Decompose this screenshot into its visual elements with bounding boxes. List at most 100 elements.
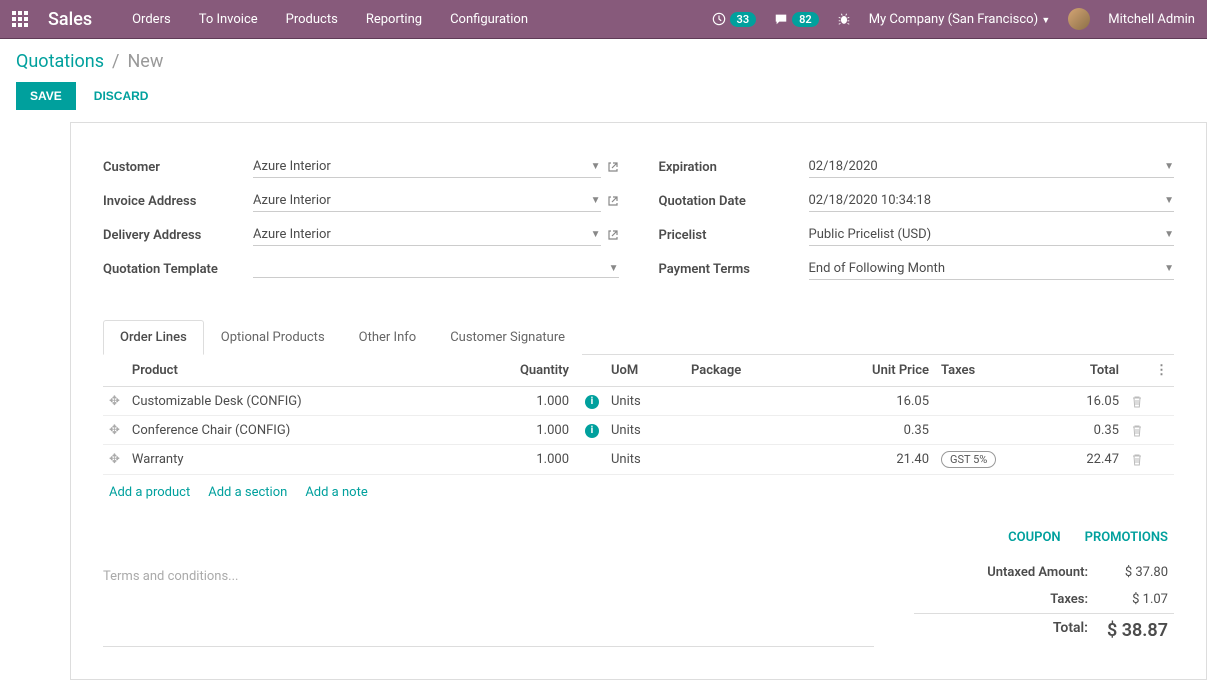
menu-orders[interactable]: Orders bbox=[132, 12, 171, 27]
delete-row-icon[interactable] bbox=[1125, 416, 1149, 445]
cell-product[interactable]: Customizable Desk (CONFIG) bbox=[126, 387, 485, 416]
cell-taxes[interactable] bbox=[935, 387, 1035, 416]
breadcrumb-root[interactable]: Quotations bbox=[16, 51, 104, 72]
save-button[interactable]: SAVE bbox=[16, 82, 76, 110]
cell-total: 16.05 bbox=[1035, 387, 1125, 416]
caret-down-icon: ▼ bbox=[1164, 229, 1174, 240]
external-link-icon[interactable] bbox=[607, 161, 619, 173]
promotion-links: COUPON PROMOTIONS bbox=[103, 510, 1174, 553]
cell-package[interactable] bbox=[685, 387, 845, 416]
delivery-address-field[interactable]: Azure Interior▼ bbox=[253, 224, 601, 246]
tab-optional-products[interactable]: Optional Products bbox=[204, 320, 342, 355]
app-brand[interactable]: Sales bbox=[48, 9, 92, 30]
col-quantity[interactable]: Quantity bbox=[485, 355, 575, 387]
payment-terms-label: Payment Terms bbox=[659, 262, 809, 277]
cell-unit-price[interactable]: 21.40 bbox=[845, 445, 935, 475]
total-label: Total: bbox=[920, 620, 1088, 641]
drag-handle-icon[interactable]: ✥ bbox=[103, 387, 126, 416]
apps-icon[interactable] bbox=[12, 11, 28, 27]
quotation-template-field[interactable]: ▼ bbox=[253, 260, 619, 278]
info-icon[interactable]: i bbox=[585, 424, 599, 438]
cell-taxes[interactable] bbox=[935, 416, 1035, 445]
cell-quantity[interactable]: 1.000 bbox=[485, 416, 575, 445]
col-uom[interactable]: UoM bbox=[605, 355, 685, 387]
table-row[interactable]: ✥Conference Chair (CONFIG)1.000 i Units 0.3… bbox=[103, 416, 1174, 445]
total-value: $ 38.87 bbox=[1088, 620, 1168, 641]
cell-uom[interactable]: Units bbox=[605, 416, 685, 445]
user-menu[interactable]: Mitchell Admin bbox=[1108, 12, 1195, 27]
menu-configuration[interactable]: Configuration bbox=[450, 12, 528, 27]
invoice-address-field[interactable]: Azure Interior▼ bbox=[253, 190, 601, 212]
pricelist-field[interactable]: Public Pricelist (USD)▼ bbox=[809, 224, 1175, 246]
drag-handle-icon[interactable]: ✥ bbox=[103, 416, 126, 445]
terms-conditions-field[interactable]: Terms and conditions... bbox=[103, 559, 874, 647]
tabs: Order Lines Optional Products Other Info… bbox=[103, 319, 1174, 355]
cell-package[interactable] bbox=[685, 445, 845, 475]
action-buttons: SAVE DISCARD bbox=[0, 78, 1207, 122]
table-row[interactable]: ✥Customizable Desk (CONFIG)1.000 i Units 16… bbox=[103, 387, 1174, 416]
company-switcher[interactable]: My Company (San Francisco) ▼ bbox=[869, 12, 1051, 27]
cell-uom[interactable]: Units bbox=[605, 445, 685, 475]
coupon-link[interactable]: COUPON bbox=[1008, 530, 1061, 545]
messages-indicator[interactable]: 82 bbox=[774, 12, 819, 27]
discard-button[interactable]: DISCARD bbox=[94, 89, 149, 103]
taxes-value: $ 1.07 bbox=[1088, 592, 1168, 607]
caret-down-icon: ▼ bbox=[1164, 161, 1174, 172]
tab-customer-signature[interactable]: Customer Signature bbox=[433, 320, 582, 355]
chat-icon bbox=[774, 12, 788, 26]
drag-handle-icon[interactable]: ✥ bbox=[103, 445, 126, 475]
promotions-link[interactable]: PROMOTIONS bbox=[1085, 530, 1168, 545]
cell-info[interactable]: i bbox=[575, 416, 605, 445]
quotation-date-label: Quotation Date bbox=[659, 194, 809, 209]
pricelist-label: Pricelist bbox=[659, 228, 809, 243]
delivery-address-label: Delivery Address bbox=[103, 228, 253, 243]
cell-package[interactable] bbox=[685, 416, 845, 445]
customer-field[interactable]: Azure Interior▼ bbox=[253, 156, 601, 178]
columns-menu-icon[interactable]: ⋮ bbox=[1149, 355, 1174, 387]
breadcrumb-current: New bbox=[127, 51, 163, 72]
quotation-date-field[interactable]: 02/18/2020 10:34:18▼ bbox=[809, 190, 1175, 212]
untaxed-amount-label: Untaxed Amount: bbox=[920, 565, 1088, 580]
col-package[interactable]: Package bbox=[685, 355, 845, 387]
cell-uom[interactable]: Units bbox=[605, 387, 685, 416]
cell-product[interactable]: Conference Chair (CONFIG) bbox=[126, 416, 485, 445]
col-unit-price[interactable]: Unit Price bbox=[845, 355, 935, 387]
order-lines-table: Product Quantity UoM Package Unit Price … bbox=[103, 355, 1174, 475]
cell-info[interactable]: i bbox=[575, 387, 605, 416]
activity-indicator[interactable]: 33 bbox=[712, 12, 757, 27]
table-row[interactable]: ✥Warranty1.000 Units 21.40 GST 5% 22.47 bbox=[103, 445, 1174, 475]
cell-taxes[interactable]: GST 5% bbox=[935, 445, 1035, 475]
tax-badge[interactable]: GST 5% bbox=[941, 451, 996, 468]
menu-reporting[interactable]: Reporting bbox=[366, 12, 422, 27]
delete-row-icon[interactable] bbox=[1125, 387, 1149, 416]
col-total[interactable]: Total bbox=[1035, 355, 1125, 387]
info-icon[interactable]: i bbox=[585, 395, 599, 409]
caret-down-icon: ▼ bbox=[609, 263, 619, 274]
cell-unit-price[interactable]: 0.35 bbox=[845, 416, 935, 445]
delete-row-icon[interactable] bbox=[1125, 445, 1149, 475]
cell-total: 22.47 bbox=[1035, 445, 1125, 475]
tab-order-lines[interactable]: Order Lines bbox=[103, 320, 204, 355]
payment-terms-field[interactable]: End of Following Month▼ bbox=[809, 258, 1175, 280]
external-link-icon[interactable] bbox=[607, 195, 619, 207]
cell-product[interactable]: Warranty bbox=[126, 445, 485, 475]
user-avatar[interactable] bbox=[1068, 8, 1090, 30]
expiration-field[interactable]: 02/18/2020▼ bbox=[809, 156, 1175, 178]
cell-quantity[interactable]: 1.000 bbox=[485, 445, 575, 475]
col-product[interactable]: Product bbox=[126, 355, 485, 387]
col-taxes[interactable]: Taxes bbox=[935, 355, 1035, 387]
menu-products[interactable]: Products bbox=[286, 12, 338, 27]
cell-quantity[interactable]: 1.000 bbox=[485, 387, 575, 416]
tab-other-info[interactable]: Other Info bbox=[342, 320, 434, 355]
messages-count: 82 bbox=[792, 12, 819, 27]
caret-down-icon: ▼ bbox=[591, 195, 601, 206]
breadcrumb: Quotations / New bbox=[0, 39, 1207, 78]
add-section-link[interactable]: Add a section bbox=[208, 485, 287, 500]
add-note-link[interactable]: Add a note bbox=[305, 485, 367, 500]
external-link-icon[interactable] bbox=[607, 229, 619, 241]
cell-unit-price[interactable]: 16.05 bbox=[845, 387, 935, 416]
bug-icon[interactable] bbox=[837, 12, 851, 26]
menu-to-invoice[interactable]: To Invoice bbox=[199, 12, 258, 27]
add-product-link[interactable]: Add a product bbox=[109, 485, 190, 500]
cell-info[interactable] bbox=[575, 445, 605, 475]
